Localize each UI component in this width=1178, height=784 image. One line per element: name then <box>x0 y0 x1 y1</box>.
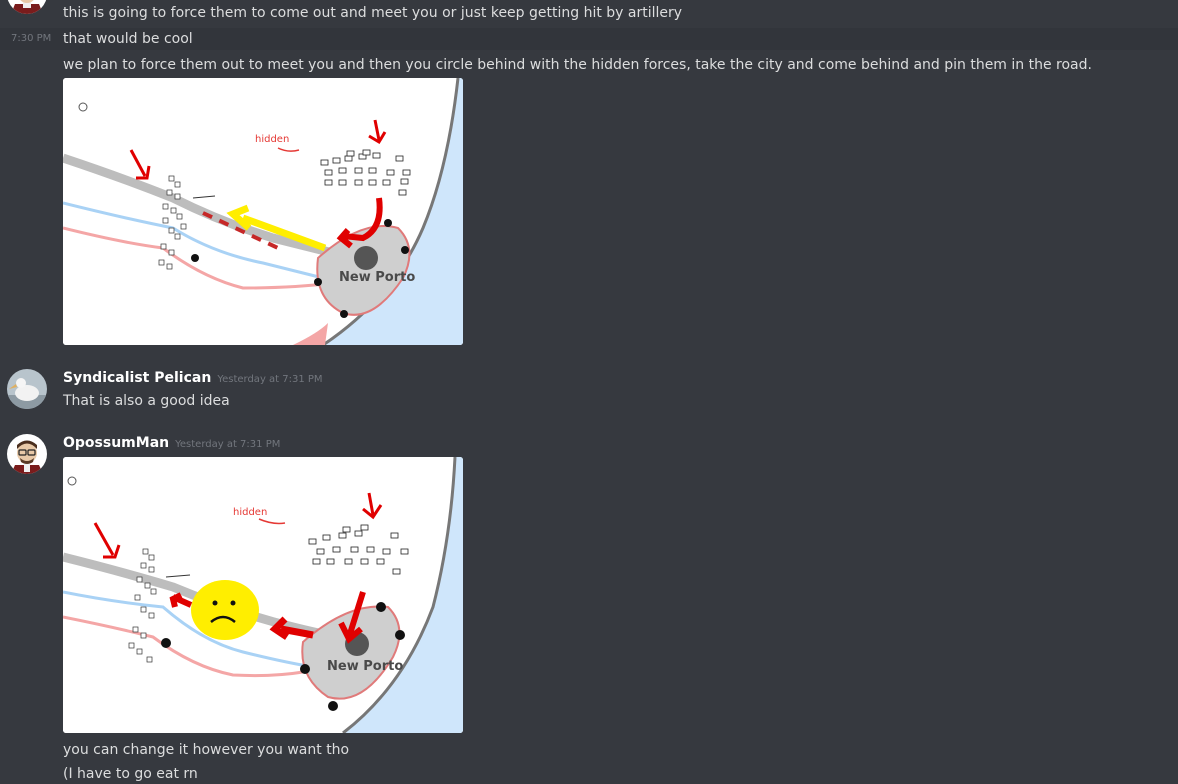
message-text: That is also a good idea <box>63 393 230 409</box>
city-label: New Porto <box>339 270 415 285</box>
message-text: this is going to force them to come out … <box>63 5 683 21</box>
message-text: you can change it however you want tho <box>63 742 350 758</box>
hidden-label: hidden <box>233 507 267 518</box>
username[interactable]: OpossumMan <box>63 435 169 451</box>
message-timestamp: 7:30 PM <box>11 33 52 44</box>
image-attachment[interactable]: New Porto hidden <box>63 457 463 733</box>
pelican-avatar-icon <box>7 369 47 409</box>
opossum-avatar-icon <box>7 0 47 14</box>
message-text: that would be cool <box>63 31 193 47</box>
hidden-label: hidden <box>255 134 289 145</box>
message-timestamp: Yesterday at 7:31 PM <box>175 439 281 450</box>
message-timestamp: Yesterday at 7:31 PM <box>217 374 323 385</box>
message-text: we plan to force them out to meet you an… <box>63 57 1092 73</box>
avatar-opossumman-top[interactable] <box>7 0 47 14</box>
battle-map-image: New Porto hidden <box>63 78 463 345</box>
avatar-syndicalist-pelican[interactable] <box>7 369 47 409</box>
message-header: OpossumMan Yesterday at 7:31 PM <box>63 435 280 451</box>
username[interactable]: Syndicalist Pelican <box>63 370 211 386</box>
city-label: New Porto <box>327 659 403 674</box>
image-attachment[interactable]: New Porto hidden <box>63 78 463 345</box>
avatar-opossumman[interactable] <box>7 434 47 474</box>
opossum-avatar-icon <box>7 434 47 474</box>
message-text: (I have to go eat rn <box>63 766 198 782</box>
message-header: Syndicalist Pelican Yesterday at 7:31 PM <box>63 370 323 386</box>
battle-map-image: New Porto hidden <box>63 457 463 733</box>
